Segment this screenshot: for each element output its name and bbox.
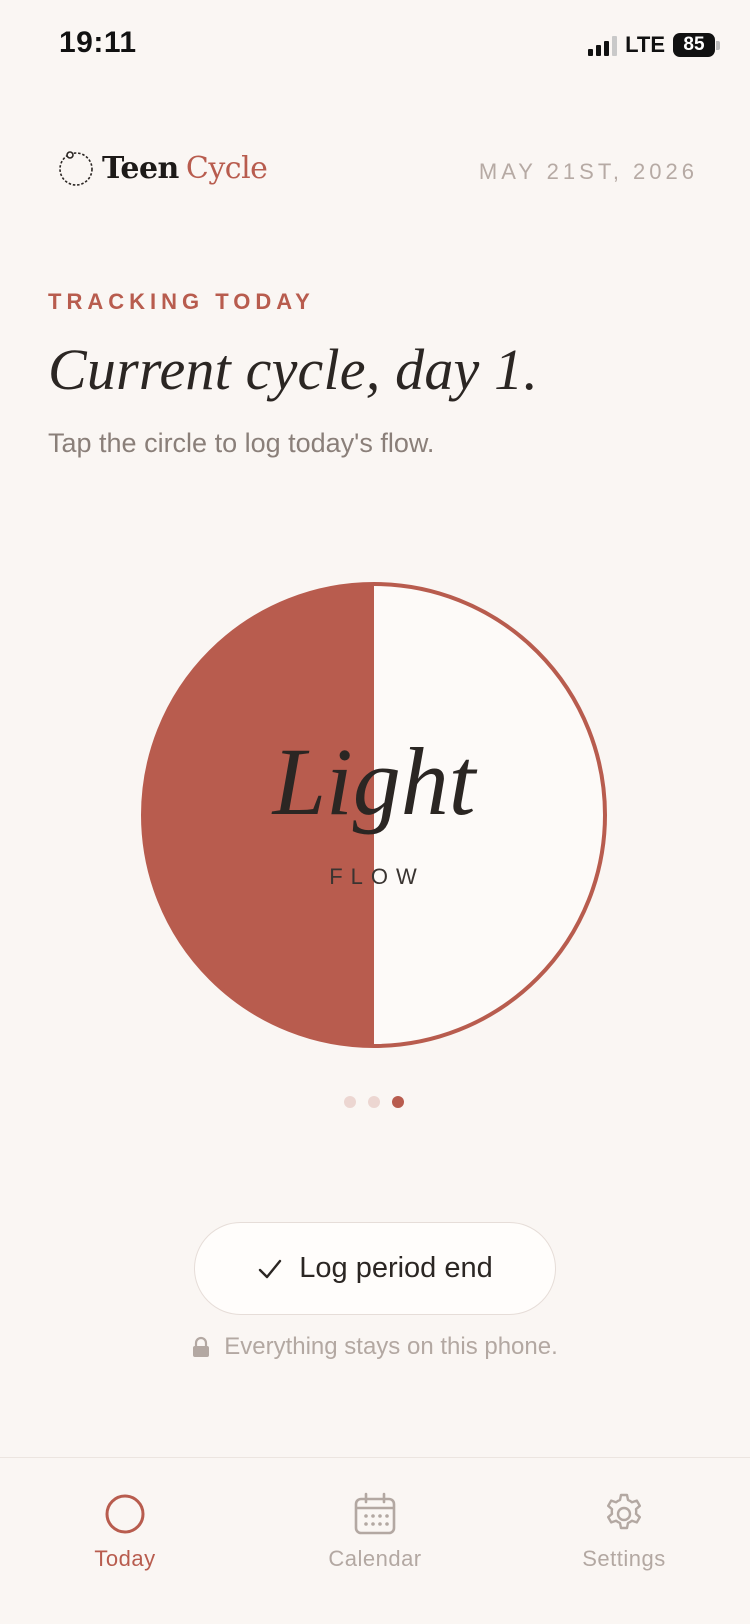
flow-caption: FLOW (329, 864, 425, 889)
log-period-end-button[interactable]: Log period end (194, 1222, 556, 1315)
tab-today-label: Today (94, 1546, 156, 1571)
brand-name-first: Teen (102, 150, 179, 186)
flow-circle-button[interactable]: Light FLOW (141, 582, 607, 1048)
instruction-text: Tap the circle to log today's flow. (48, 428, 435, 458)
tab-bar: Today Calendar Settings (0, 1457, 750, 1624)
status-indicators: LTE 85 (588, 30, 720, 60)
signal-icon (588, 34, 618, 56)
tab-settings-label: Settings (582, 1546, 666, 1571)
tab-calendar[interactable]: Calendar (295, 1492, 455, 1572)
battery-icon: 85 (673, 33, 720, 57)
cycle-logo-icon (59, 151, 93, 186)
battery-level: 85 (673, 33, 715, 57)
gear-icon (607, 1493, 641, 1530)
current-date: MAY 21ST, 2026 (478, 159, 698, 184)
circle-icon (105, 1494, 145, 1534)
flow-level-dot (392, 1096, 404, 1108)
flow-level-dot (368, 1096, 380, 1108)
flow-level-dot (344, 1096, 356, 1108)
privacy-text: Everything stays on this phone. (224, 1333, 558, 1360)
checkmark-icon (259, 1259, 282, 1278)
page-title: Current cycle, day 1. (48, 337, 539, 402)
privacy-note: Everything stays on this phone. (0, 1333, 750, 1361)
lock-icon (193, 1336, 210, 1357)
app-logo: Teen Cycle (56, 148, 268, 188)
log-button-label: Log period end (299, 1252, 493, 1284)
brand-name-second: Cycle (185, 150, 268, 186)
flow-level-indicator (344, 1096, 404, 1108)
today-screen: 19:11 LTE 85 Teen Cycle MAY 21ST, 2026 TR… (0, 0, 750, 1624)
tab-today[interactable]: Today (45, 1492, 205, 1572)
calendar-icon (354, 1492, 396, 1535)
flow-level-label: Light (272, 728, 476, 835)
tab-settings[interactable]: Settings (544, 1492, 704, 1572)
network-label: LTE (625, 32, 665, 57)
tab-calendar-label: Calendar (328, 1546, 422, 1571)
status-time: 19:11 (59, 26, 137, 59)
section-eyebrow: TRACKING TODAY (48, 289, 315, 314)
